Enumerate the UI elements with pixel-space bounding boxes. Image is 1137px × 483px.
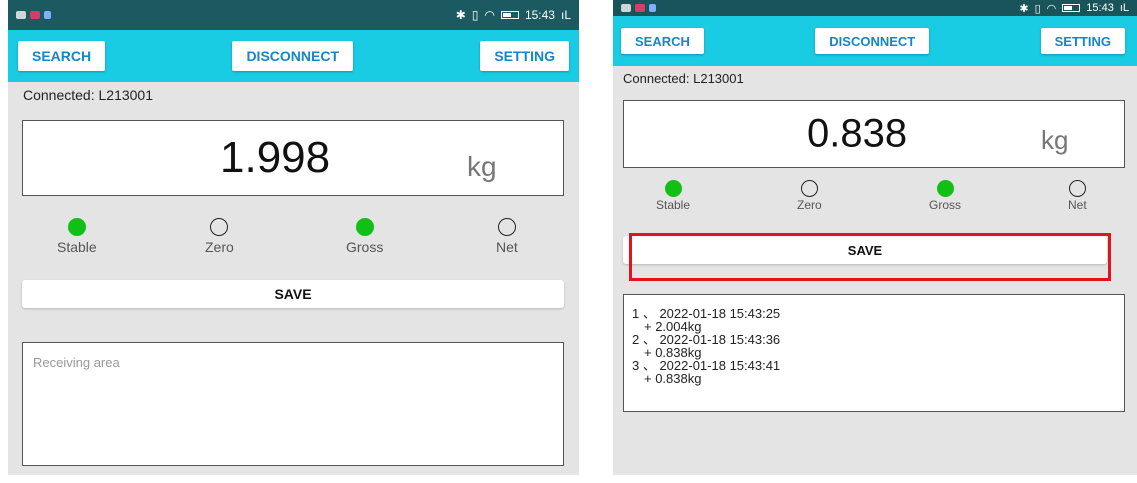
indicator-stable: Stable	[57, 218, 97, 255]
status-dot-icon	[1068, 180, 1086, 197]
weight-unit: kg	[467, 151, 497, 182]
indicator-label: Stable	[656, 198, 691, 212]
status-dot-icon	[800, 180, 818, 197]
phone-screen-left: ✱ ▯ ◠ 15:43 ıL SEARCH DISCONNECT SETTING…	[8, 0, 579, 475]
search-button[interactable]: SEARCH	[18, 41, 106, 71]
connection-status: Connected: L213001	[623, 71, 744, 86]
signal-icon: ıL	[560, 8, 571, 22]
shield-icon	[649, 4, 656, 12]
status-dot-icon	[67, 218, 86, 236]
log-entry-weight: + 0.838kg	[644, 371, 702, 386]
status-dot-icon	[355, 218, 374, 236]
weight-unit: kg	[1041, 125, 1069, 155]
shield-icon	[44, 11, 51, 19]
status-indicators: Stable Zero Gross Net	[613, 180, 1137, 228]
status-dot-icon	[497, 218, 516, 236]
log-entry: 2 、 2022-01-18 15:43:36 + 0.838kg	[632, 333, 1116, 359]
battery-icon	[1062, 4, 1081, 12]
bluetooth-icon: ✱	[455, 8, 466, 22]
wifi-icon: ◠	[484, 8, 495, 22]
system-icons: ✱ ▯ ◠ 15:43 ıL	[456, 8, 571, 22]
indicator-gross: Gross	[346, 218, 383, 255]
battery-icon	[500, 11, 519, 19]
status-dot-icon	[210, 218, 229, 236]
indicator-label: Net	[496, 239, 518, 255]
receiving-area[interactable]: Receiving area	[22, 342, 564, 466]
indicator-label: Gross	[929, 198, 962, 212]
weight-value: 0.838	[807, 111, 908, 156]
log-entry: 3 、 2022-01-18 15:43:41 + 0.838kg	[632, 359, 1116, 385]
vibrate-icon: ▯	[1034, 2, 1041, 15]
bluetooth-icon: ✱	[1019, 2, 1029, 15]
phone-screen-right: ✱ ▯ ◠ 15:43 ıL SEARCH DISCONNECT SETTING…	[613, 0, 1137, 475]
receiving-area-placeholder: Receiving area	[33, 355, 120, 370]
setting-button[interactable]: SETTING	[480, 41, 569, 71]
log-entry-time: 3 、 2022-01-18 15:43:41	[632, 358, 781, 373]
status-dot-icon	[664, 180, 682, 197]
notification-icons	[621, 4, 656, 12]
status-indicators: Stable Zero Gross Net	[8, 218, 579, 270]
indicator-zero: Zero	[205, 218, 234, 255]
weight-value: 1.998	[220, 133, 331, 182]
weight-display: 0.838 kg	[623, 100, 1125, 168]
connection-status: Connected: L213001	[23, 87, 153, 103]
receiving-area[interactable]: 1 、 2022-01-18 15:43:25 + 2.004kg 2 、 20…	[623, 294, 1125, 412]
disconnect-button[interactable]: DISCONNECT	[232, 41, 353, 71]
indicator-label: Gross	[346, 239, 384, 255]
app-icon	[635, 4, 645, 12]
save-button[interactable]: SAVE	[22, 280, 564, 308]
status-bar: ✱ ▯ ◠ 15:43 ıL	[613, 0, 1137, 16]
vibrate-icon: ▯	[471, 8, 479, 22]
save-highlight-box	[629, 233, 1111, 281]
system-icons: ✱ ▯ ◠ 15:43 ıL	[1019, 2, 1129, 15]
indicator-net: Net	[496, 218, 518, 255]
indicator-label: Zero	[205, 239, 234, 255]
wifi-icon: ◠	[1046, 2, 1057, 15]
indicator-zero: Zero	[797, 180, 822, 212]
signal-icon: ıL	[1119, 2, 1129, 14]
clock: 15:43	[524, 8, 555, 22]
weight-display: 1.998 kg	[22, 120, 564, 196]
toolbar: SEARCH DISCONNECT SETTING	[613, 16, 1137, 66]
indicator-label: Zero	[797, 198, 822, 212]
disconnect-button[interactable]: DISCONNECT	[815, 28, 930, 54]
clock: 15:43	[1086, 2, 1114, 14]
status-bar: ✱ ▯ ◠ 15:43 ıL	[8, 0, 579, 30]
log-entry-time: 2 、 2022-01-18 15:43:36	[632, 332, 781, 347]
gallery-icon	[621, 4, 631, 12]
indicator-stable: Stable	[656, 180, 690, 212]
toolbar: SEARCH DISCONNECT SETTING	[8, 30, 579, 82]
status-dot-icon	[936, 180, 954, 197]
setting-button[interactable]: SETTING	[1040, 28, 1125, 54]
indicator-label: Net	[1068, 198, 1087, 212]
indicator-net: Net	[1068, 180, 1087, 212]
indicator-label: Stable	[57, 239, 97, 255]
log-entry: 1 、 2022-01-18 15:43:25 + 2.004kg	[632, 307, 1116, 333]
app-icon	[30, 11, 40, 19]
log-entry-time: 1 、 2022-01-18 15:43:25	[632, 306, 781, 321]
notification-icons	[16, 11, 51, 19]
indicator-gross: Gross	[929, 180, 961, 212]
gallery-icon	[16, 11, 26, 19]
search-button[interactable]: SEARCH	[621, 28, 704, 54]
